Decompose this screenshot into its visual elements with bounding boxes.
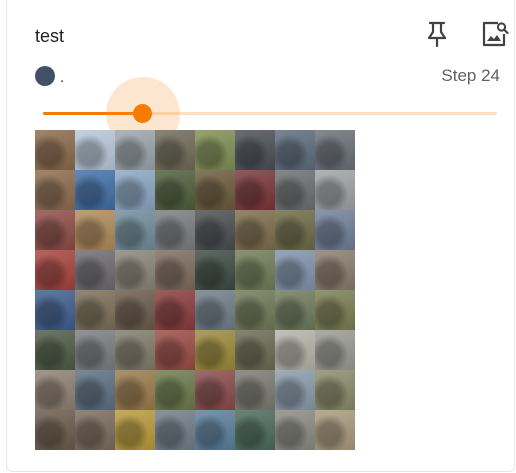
run-name: . xyxy=(60,69,65,86)
image-tile xyxy=(275,170,315,210)
image-tile xyxy=(195,250,235,290)
step-slider[interactable] xyxy=(43,77,497,151)
image-tile xyxy=(35,130,75,170)
image-tile xyxy=(75,210,115,250)
image-tile xyxy=(75,170,115,210)
image-tile xyxy=(75,370,115,410)
image-tile xyxy=(235,170,275,210)
image-tile xyxy=(115,210,155,250)
image-tile xyxy=(195,130,235,170)
image-tile xyxy=(235,370,275,410)
image-tile xyxy=(155,370,195,410)
image-tile xyxy=(235,250,275,290)
image-tile xyxy=(75,290,115,330)
image-tile xyxy=(195,330,235,370)
image-tile xyxy=(35,370,75,410)
image-tile xyxy=(195,370,235,410)
image-tile xyxy=(155,250,195,290)
image-tile xyxy=(275,330,315,370)
image-tile xyxy=(75,250,115,290)
image-tile xyxy=(115,410,155,450)
run-color-dot xyxy=(35,66,55,86)
image-tile xyxy=(35,250,75,290)
image-tile xyxy=(315,170,355,210)
image-tile xyxy=(115,370,155,410)
image-tile xyxy=(115,330,155,370)
image-tile xyxy=(235,210,275,250)
image-tile xyxy=(275,370,315,410)
image-grid[interactable] xyxy=(35,130,355,450)
image-tile xyxy=(235,290,275,330)
image-tile xyxy=(115,250,155,290)
pin-button[interactable] xyxy=(423,20,451,52)
image-tile xyxy=(35,170,75,210)
image-tile xyxy=(275,250,315,290)
image-tile xyxy=(75,130,115,170)
image-tile xyxy=(275,290,315,330)
image-tile xyxy=(155,210,195,250)
image-tile xyxy=(35,290,75,330)
pin-icon xyxy=(425,20,449,53)
image-tile xyxy=(155,170,195,210)
image-tile xyxy=(35,210,75,250)
image-tile xyxy=(315,330,355,370)
image-tile xyxy=(35,410,75,450)
image-tile xyxy=(275,410,315,450)
run-legend: . xyxy=(35,64,64,88)
image-tile xyxy=(75,410,115,450)
image-tile xyxy=(315,130,355,170)
image-tile xyxy=(315,290,355,330)
image-search-icon xyxy=(481,20,509,53)
image-tile xyxy=(35,330,75,370)
image-tile xyxy=(235,330,275,370)
image-tile xyxy=(155,330,195,370)
image-tile xyxy=(115,290,155,330)
step-label: Step 24 xyxy=(441,66,500,85)
image-tile xyxy=(235,130,275,170)
image-tile xyxy=(155,290,195,330)
image-tile xyxy=(275,130,315,170)
image-tile xyxy=(235,410,275,450)
card-title: test xyxy=(35,26,65,46)
image-tile xyxy=(115,170,155,210)
image-tile xyxy=(155,410,195,450)
image-tile xyxy=(75,330,115,370)
image-tile xyxy=(115,130,155,170)
image-tile xyxy=(195,210,235,250)
image-tile xyxy=(315,410,355,450)
image-tile xyxy=(195,170,235,210)
image-tile xyxy=(315,370,355,410)
image-tile xyxy=(275,210,315,250)
image-tile xyxy=(155,130,195,170)
image-tile xyxy=(195,410,235,450)
image-tile xyxy=(315,250,355,290)
image-search-button[interactable] xyxy=(481,20,509,52)
image-tile xyxy=(195,290,235,330)
image-card: test . Step 24 xyxy=(6,0,515,472)
image-tile xyxy=(315,210,355,250)
